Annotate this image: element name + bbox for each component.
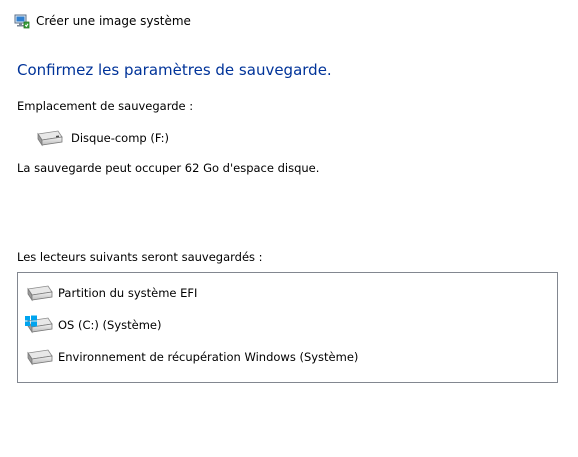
window-titlebar: Créer une image système (14, 11, 191, 31)
list-item: OS (C:) (Système) (24, 315, 161, 335)
backup-location-drive: Disque-comp (F:) (34, 128, 169, 148)
backup-location-label: Emplacement de sauvegarde : (17, 99, 194, 113)
list-item: Environnement de récupération Windows (S… (24, 347, 358, 367)
drive-name: Environnement de récupération Windows (S… (58, 350, 359, 364)
backup-location-drive-name: Disque-comp (F:) (71, 131, 169, 145)
drive-name: Partition du système EFI (58, 286, 198, 300)
drive-icon (27, 349, 53, 366)
list-item: Partition du système EFI (24, 283, 197, 303)
drive-icon (27, 285, 53, 302)
windows-drive-icon (25, 315, 53, 334)
drives-list: Partition du système EFI OS (C:) (Systèm… (17, 272, 558, 383)
drive-name: OS (C:) (Système) (58, 318, 162, 332)
drives-list-label: Les lecteurs suivants seront sauvegardés… (17, 250, 263, 264)
backup-app-icon (14, 14, 30, 29)
backup-size-text: La sauvegarde peut occuper 62 Go d'espac… (17, 161, 320, 175)
drive-icon (37, 130, 63, 147)
window-title: Créer une image système (36, 14, 191, 28)
page-heading: Confirmez les paramètres de sauvegarde. (17, 61, 332, 79)
